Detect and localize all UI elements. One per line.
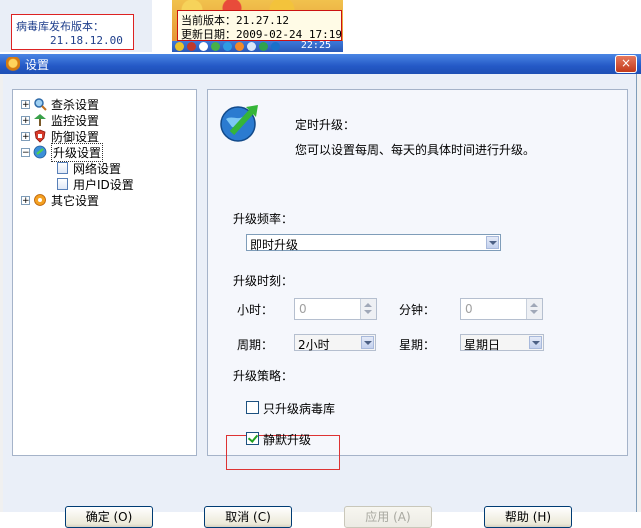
tree-item-label: 用户ID设置 <box>73 177 134 192</box>
tree-item-label: 监控设置 <box>51 113 100 128</box>
virus-db-box: 病毒库发布版本： 21.18.12.00 <box>11 14 134 50</box>
silent-label[interactable]: 静默升级 <box>263 431 311 448</box>
title-bar[interactable]: 设置 × <box>0 54 641 74</box>
tray-icon-1[interactable] <box>175 42 184 51</box>
tree-item-monitor[interactable]: + 监控设置 <box>21 112 99 128</box>
weekday-dropdown[interactable]: 星期日 <box>460 334 544 352</box>
tree-item-other[interactable]: + 其它设置 <box>21 192 99 208</box>
hour-value: 0 <box>299 302 307 316</box>
upgrade-settings-panel: 定时升级： 您可以设置每周、每天的具体时间进行升级。 升级频率： 即时升级 升级… <box>207 89 628 470</box>
expand-icon[interactable]: + <box>21 99 30 109</box>
chevron-down-icon[interactable] <box>486 236 499 249</box>
defense-icon <box>34 129 46 143</box>
system-tray: 22:25 <box>172 41 343 52</box>
virus-only-checkbox[interactable] <box>246 401 259 414</box>
monitor-icon <box>34 114 46 126</box>
time-label: 升级时刻： <box>233 274 294 288</box>
tree-item-label: 其它设置 <box>51 193 100 208</box>
weekday-value: 星期日 <box>464 338 501 352</box>
tray-icon-4[interactable] <box>211 42 220 51</box>
chevron-down-icon[interactable] <box>529 336 542 349</box>
tray-icon-3[interactable] <box>199 42 208 51</box>
tree-item-user-id[interactable]: 用户ID设置 <box>57 176 134 192</box>
settings-tree: + 查杀设置 + 监控设置 + 防御设置 − 升级设置 网络设置 用户ID设置 … <box>12 89 197 456</box>
tooltip-date: 更新日期：2009-02-24 17:19 <box>181 28 342 41</box>
chevron-down-icon[interactable] <box>361 336 374 349</box>
tree-item-label: 查杀设置 <box>51 97 100 112</box>
collapse-icon[interactable]: − <box>21 147 30 157</box>
globe-upgrade-icon <box>220 105 258 142</box>
up-arrow-icon[interactable] <box>530 303 538 307</box>
tray-icon-7[interactable] <box>247 42 256 51</box>
virus-db-version: 21.18.12.00 <box>50 34 123 47</box>
section-description: 您可以设置每周、每天的具体时间进行升级。 <box>295 143 536 157</box>
down-arrow-icon[interactable] <box>530 310 538 314</box>
minute-stepper[interactable]: 0 <box>460 298 543 320</box>
weekday-label: 星期： <box>399 338 436 352</box>
upgrade-icon <box>33 145 47 159</box>
silent-checkbox[interactable] <box>246 432 259 445</box>
stepper-buttons[interactable] <box>360 299 376 319</box>
virus-db-label: 病毒库发布版本： <box>16 20 104 33</box>
tree-item-upgrade[interactable]: − 升级设置 <box>21 142 104 162</box>
hour-label: 小时： <box>237 303 274 317</box>
document-icon <box>57 162 68 174</box>
dialog-body: + 查杀设置 + 监控设置 + 防御设置 − 升级设置 网络设置 用户ID设置 … <box>3 74 637 528</box>
tray-icon-6[interactable] <box>235 42 244 51</box>
period-label: 周期： <box>237 338 274 352</box>
tree-item-label: 网络设置 <box>73 161 122 176</box>
taskbar-area: 当前版本：21.27.12 更新日期：2009-02-24 17:19 22:2… <box>172 0 343 52</box>
tray-icon-9[interactable] <box>271 42 280 51</box>
down-arrow-icon[interactable] <box>364 310 372 314</box>
scan-icon <box>34 98 47 111</box>
apply-button[interactable]: 应用 (A) <box>344 506 432 528</box>
tray-icon-2[interactable] <box>187 42 196 51</box>
stepper-buttons[interactable] <box>526 299 542 319</box>
dialog-title: 设置 <box>25 58 50 72</box>
virus-db-panel: 病毒库发布版本： 21.18.12.00 <box>0 0 152 52</box>
document-icon <box>57 178 68 190</box>
tray-icon-8[interactable] <box>259 42 268 51</box>
version-tooltip: 当前版本：21.27.12 更新日期：2009-02-24 17:19 <box>177 10 342 41</box>
close-button[interactable]: × <box>615 55 637 73</box>
virus-only-label[interactable]: 只升级病毒库 <box>263 400 335 417</box>
strategy-label: 升级策略： <box>233 369 294 383</box>
tree-item-scan[interactable]: + 查杀设置 <box>21 96 99 112</box>
background-window: 病毒库发布版本： 21.18.12.00 当前版本：21.27.12 更新日期：… <box>0 0 641 54</box>
section-title: 定时升级： <box>295 118 356 132</box>
frequency-dropdown[interactable]: 即时升级 <box>246 234 501 252</box>
frequency-value: 即时升级 <box>250 238 299 252</box>
expand-icon[interactable]: + <box>21 131 30 141</box>
tray-icon-5[interactable] <box>223 42 232 51</box>
app-logo-icon <box>6 57 20 71</box>
expand-icon[interactable]: + <box>21 115 30 125</box>
up-arrow-icon[interactable] <box>364 303 372 307</box>
hour-stepper[interactable]: 0 <box>294 298 377 320</box>
ok-button[interactable]: 确定 (O) <box>65 506 153 528</box>
cancel-button[interactable]: 取消 (C) <box>204 506 292 528</box>
settings-dialog: 设置 × + 查杀设置 + 监控设置 + 防御设置 − 升级设置 网络设置 用户… <box>0 54 641 528</box>
frequency-label: 升级频率： <box>233 212 294 226</box>
period-dropdown[interactable]: 2小时 <box>294 334 376 352</box>
help-button[interactable]: 帮助 (H) <box>484 506 572 528</box>
minute-label: 分钟： <box>399 303 436 317</box>
period-value: 2小时 <box>298 338 330 352</box>
tray-clock: 22:25 <box>300 41 331 51</box>
other-settings-icon <box>34 194 46 206</box>
expand-icon[interactable]: + <box>21 195 30 205</box>
minute-value: 0 <box>465 302 473 316</box>
tree-item-network[interactable]: 网络设置 <box>57 160 121 176</box>
